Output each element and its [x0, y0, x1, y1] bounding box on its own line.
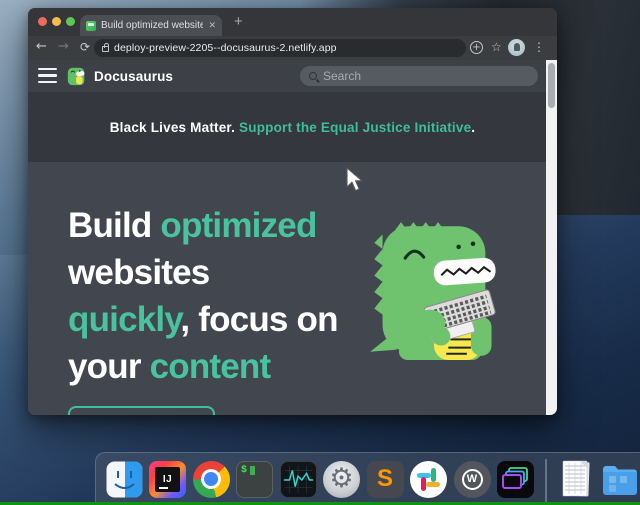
close-window-button[interactable] — [38, 17, 47, 26]
scrollbar-thumb[interactable] — [548, 63, 555, 108]
browser-tab[interactable]: Build optimized websites quic ✕ — [80, 15, 222, 36]
page-content: Docusaurus Black Lives Matter. Support t… — [28, 60, 557, 415]
hamburger-menu-icon[interactable] — [38, 68, 57, 83]
gear-icon: ⚙ — [329, 465, 353, 492]
docusaurus-logo-icon[interactable] — [66, 65, 88, 87]
back-button[interactable]: ← — [36, 39, 47, 54]
docusaurus-dino-illustration — [368, 216, 504, 362]
browser-window: Build optimized websites quic ✕ + ← → ⟳ … — [28, 8, 557, 415]
dock-intellij-idea-icon[interactable]: IJ — [148, 459, 188, 499]
dock-terminal-icon[interactable]: $ — [235, 459, 275, 499]
hero-text: websites — [68, 253, 209, 292]
dock-screens-app-icon[interactable] — [496, 459, 536, 499]
tab-title: Build optimized websites quic — [101, 20, 203, 31]
profile-avatar[interactable] — [508, 39, 525, 56]
site-navbar: Docusaurus — [28, 60, 557, 92]
mouse-cursor — [345, 167, 363, 194]
hero-text: , focus on — [180, 300, 337, 339]
dock-documents-stack-icon[interactable] — [556, 459, 596, 499]
banner-link[interactable]: Support the Equal Justice Initiative — [239, 120, 471, 135]
lock-icon — [102, 46, 109, 52]
dock-slack-icon[interactable] — [409, 459, 449, 499]
hero-heading: Build optimized websites quickly, focus on… — [68, 202, 338, 390]
dock-chrome-icon[interactable] — [191, 459, 231, 499]
announcement-banner: Black Lives Matter. Support the Equal Ju… — [28, 92, 557, 162]
hero-text: your — [68, 347, 150, 386]
hero-section: Build optimized websites quickly, focus on… — [28, 162, 557, 415]
dock-sublime-text-icon[interactable]: S — [365, 459, 405, 499]
search-box[interactable] — [300, 66, 538, 86]
reload-button[interactable]: ⟳ — [80, 40, 90, 54]
dock-system-preferences-icon[interactable]: ⚙ — [322, 459, 362, 499]
get-started-button[interactable] — [68, 406, 215, 415]
send-to-device-icon[interactable]: + — [470, 41, 483, 54]
hero-text: Build — [68, 206, 160, 245]
new-tab-button[interactable]: + — [234, 13, 243, 30]
docusaurus-favicon-icon — [86, 21, 96, 31]
banner-prefix: Black Lives Matter. — [110, 120, 239, 135]
url-bar[interactable]: deploy-preview-2205--docusaurus-2.netlif… — [94, 39, 466, 57]
tab-bar: Build optimized websites quic ✕ + — [28, 8, 557, 36]
browser-menu-icon[interactable]: ⋮ — [533, 40, 545, 54]
banner-suffix: . — [471, 120, 475, 135]
dock-finder-icon[interactable] — [104, 459, 144, 499]
search-icon — [309, 72, 317, 80]
dock: IJ $ ⚙ S — [95, 452, 640, 505]
dock-workplace-icon[interactable]: W — [452, 459, 492, 499]
zoom-window-button[interactable] — [66, 17, 75, 26]
forward-button[interactable]: → — [58, 39, 69, 54]
desktop: Build optimized websites quic ✕ + ← → ⟳ … — [0, 0, 640, 505]
browser-toolbar: ← → ⟳ deploy-preview-2205--docusaurus-2.… — [28, 36, 557, 60]
url-text: deploy-preview-2205--docusaurus-2.netlif… — [114, 42, 337, 54]
tab-close-icon[interactable]: ✕ — [208, 21, 216, 30]
scrollbar-track[interactable] — [546, 60, 557, 415]
brand-title[interactable]: Docusaurus — [94, 69, 173, 84]
recording-indicator-bar — [0, 502, 640, 505]
hero-text-green: content — [150, 347, 271, 386]
search-input[interactable] — [323, 69, 529, 83]
dock-downloads-folder-icon[interactable] — [600, 459, 640, 499]
bookmark-star-icon[interactable]: ☆ — [491, 40, 502, 54]
dock-separator — [545, 459, 547, 503]
hero-text-green: quickly — [68, 300, 180, 339]
dock-activity-monitor-icon[interactable] — [278, 459, 318, 499]
banner-text: Black Lives Matter. Support the Equal Ju… — [110, 120, 476, 135]
hero-text-green: optimized — [160, 206, 316, 245]
minimize-window-button[interactable] — [52, 17, 61, 26]
